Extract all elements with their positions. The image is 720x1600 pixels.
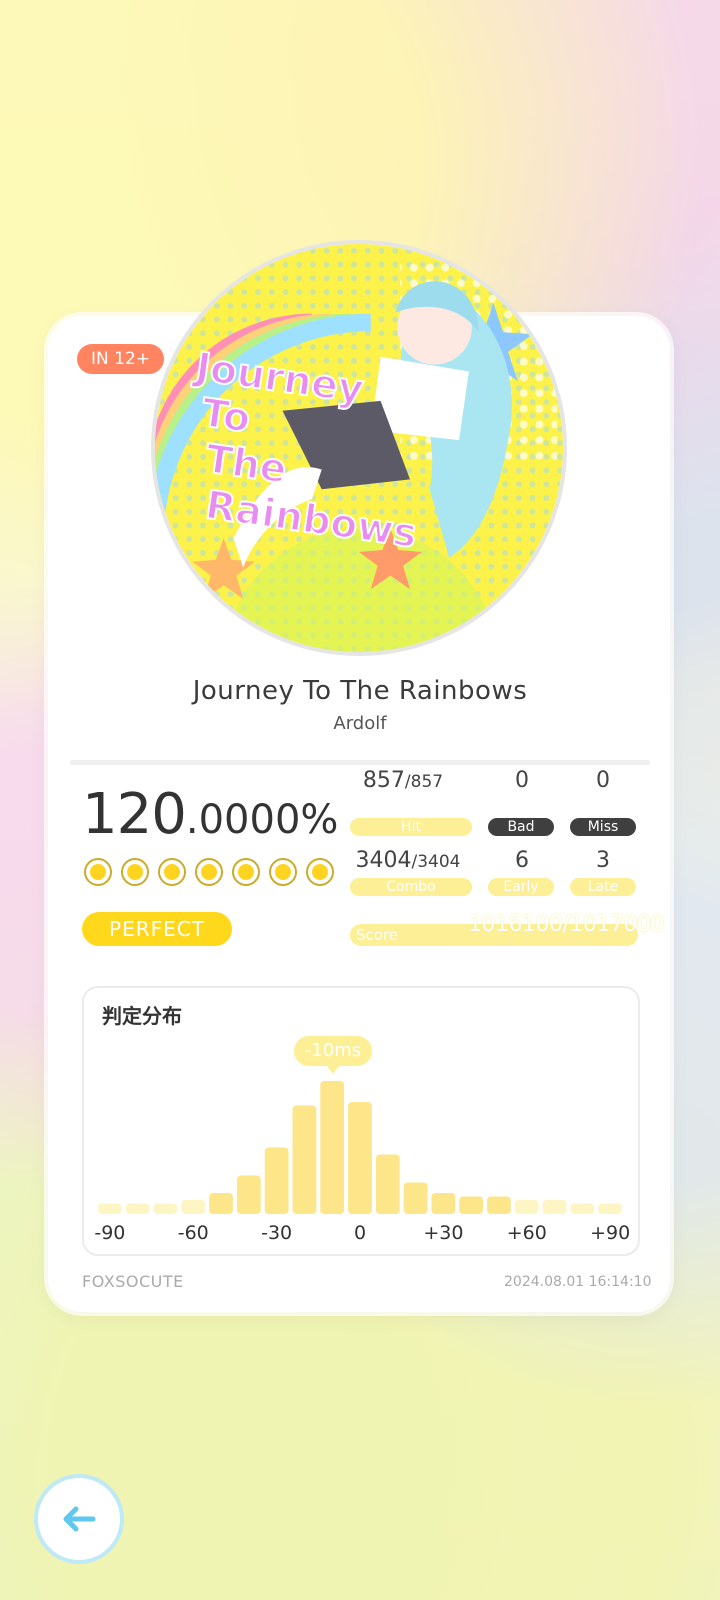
distribution-title: 判定分布	[102, 1004, 182, 1028]
histogram-bar	[209, 1193, 233, 1214]
coin-icon	[306, 858, 334, 886]
accuracy-dec: .0000%	[185, 797, 339, 843]
histogram-bar	[292, 1105, 317, 1214]
axis-tick-label: -60	[177, 1222, 209, 1244]
histogram-bar	[598, 1203, 622, 1214]
accuracy-int: 120	[82, 782, 187, 847]
offset-bubble: -10ms	[294, 1036, 372, 1074]
play-datetime: 2024.08.01 16:14:10	[504, 1274, 652, 1290]
miss-count: 0	[570, 768, 636, 793]
coin-icon	[158, 858, 186, 886]
late-label: Late	[570, 878, 636, 896]
hit-value: 857	[362, 768, 405, 793]
histogram-bar	[403, 1182, 428, 1214]
song-title: Journey To The Rainbows	[192, 676, 528, 706]
combo-total: /3404	[411, 852, 461, 872]
divider	[70, 760, 650, 765]
hit-total: /857	[404, 772, 444, 792]
miss-label: Miss	[570, 818, 636, 836]
histogram-bar	[431, 1193, 456, 1214]
coin-icon	[121, 858, 149, 886]
coin-icon	[269, 858, 297, 886]
histogram-bar	[264, 1147, 289, 1214]
late-count: 3	[570, 848, 636, 873]
combo-value: 3404	[355, 848, 412, 873]
combo-count: 3404/3404	[344, 848, 472, 873]
histogram-bar	[236, 1175, 261, 1214]
svg-text:To: To	[199, 391, 253, 442]
coin-row	[84, 858, 334, 886]
back-button[interactable]	[34, 1474, 124, 1564]
histogram-bar	[375, 1154, 400, 1214]
jacket-art: Journey To The Rainbows	[151, 240, 567, 656]
hit-label: Hit	[350, 818, 472, 836]
arrow-left-icon	[63, 1506, 96, 1532]
histogram-bar	[125, 1203, 150, 1214]
coin-icon	[195, 858, 223, 886]
axis-tick-label: +90	[590, 1222, 631, 1244]
histogram-bar	[514, 1200, 539, 1214]
accuracy-value: 120.0000%	[82, 782, 338, 847]
histogram-bar	[153, 1203, 178, 1214]
score-value: 1016100/1017000	[468, 912, 664, 937]
axis-tick-label: +60	[506, 1222, 547, 1244]
bad-value: 0	[515, 768, 529, 793]
histogram-bar	[181, 1200, 206, 1214]
level-badge: IN 12+	[77, 344, 165, 374]
axis-tick-label: +30	[423, 1222, 464, 1244]
hit-count: 857/857	[344, 768, 462, 793]
distribution-histogram	[98, 1081, 622, 1214]
axis-tick-label: 0	[353, 1222, 367, 1244]
histogram-bar	[570, 1203, 595, 1214]
histogram-bar	[487, 1196, 511, 1214]
early-value: 6	[515, 848, 529, 873]
song-artist: Ardolf	[333, 713, 387, 734]
bad-label: Bad	[488, 818, 554, 836]
coin-icon	[84, 858, 112, 886]
score-label: Score	[356, 926, 399, 944]
late-value: 3	[596, 848, 610, 873]
axis-tick-label: -30	[261, 1222, 293, 1244]
combo-label: Combo	[350, 878, 472, 896]
early-count: 6	[490, 848, 554, 873]
rank-badge: PERFECT	[82, 912, 232, 946]
early-label: Early	[488, 878, 554, 896]
player-name: FOXSOCUTE	[82, 1272, 184, 1291]
histogram-bar	[542, 1200, 567, 1214]
histogram-bar	[459, 1196, 484, 1214]
axis-tick-label: -90	[94, 1222, 126, 1244]
miss-value: 0	[596, 768, 610, 793]
histogram-bar	[98, 1203, 122, 1214]
histogram-bar	[348, 1102, 372, 1214]
coin-icon	[232, 858, 260, 886]
jacket-illustration: Journey To The Rainbows	[155, 244, 563, 652]
histogram-bar	[320, 1081, 345, 1214]
bad-count: 0	[490, 768, 554, 793]
